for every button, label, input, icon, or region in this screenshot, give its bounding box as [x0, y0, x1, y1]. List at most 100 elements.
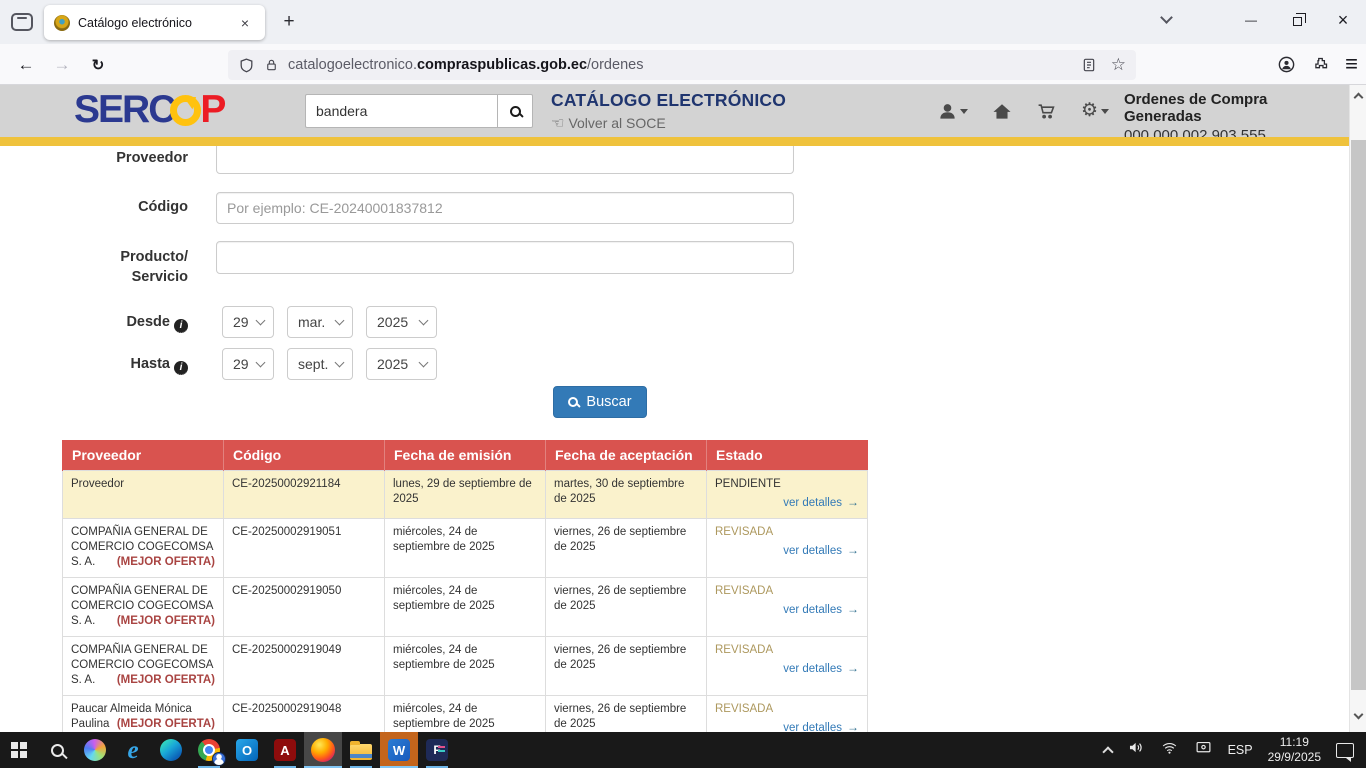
- search-icon: [568, 397, 578, 407]
- close-button[interactable]: [1320, 0, 1366, 40]
- user-menu-icon[interactable]: [938, 102, 968, 121]
- fec-app-icon[interactable]: F: [418, 732, 456, 768]
- sercop-logo[interactable]: SERCP: [74, 88, 224, 132]
- tab-close-icon[interactable]: [235, 13, 255, 33]
- proveedor-input[interactable]: [216, 146, 794, 174]
- acrobat-icon[interactable]: A: [266, 732, 304, 768]
- outlook-icon[interactable]: O: [228, 732, 266, 768]
- status-badge: REVISADA: [715, 584, 859, 599]
- hasta-month-select[interactable]: sept.: [287, 348, 353, 380]
- mejor-oferta-badge: (MEJOR OFERTA): [117, 555, 215, 570]
- tray-expand-icon[interactable]: [1102, 746, 1113, 757]
- header-accent-bar: [0, 137, 1349, 146]
- lock-icon[interactable]: [264, 57, 279, 73]
- bookmark-star-icon[interactable]: [1111, 55, 1126, 75]
- connect-display-icon[interactable]: [1194, 739, 1213, 761]
- forward-button[interactable]: [48, 51, 76, 79]
- word-icon[interactable]: W: [380, 732, 418, 768]
- reload-button[interactable]: [84, 51, 112, 79]
- catalog-search-button[interactable]: [497, 94, 533, 128]
- cell-fecha-aceptacion: viernes, 26 de septiembre de 2025: [546, 696, 707, 733]
- site-title: CATÁLOGO ELECTRÓNICO: [551, 90, 786, 111]
- copilot-icon[interactable]: [76, 732, 114, 768]
- url-bar[interactable]: catalogoelectronico.compraspublicas.gob.…: [228, 50, 1136, 80]
- table-row: COMPAÑIA GENERAL DE COMERCIO COGECOMSA S…: [63, 637, 868, 696]
- hasta-year-select[interactable]: 2025: [366, 348, 437, 380]
- account-icon[interactable]: [1277, 55, 1296, 74]
- catalog-search-input[interactable]: [305, 94, 497, 128]
- settings-gear-icon[interactable]: [1081, 101, 1109, 121]
- hamburger-menu-icon[interactable]: [1345, 51, 1358, 77]
- desde-year-select[interactable]: 2025: [366, 306, 437, 338]
- ver-detalles-link[interactable]: ver detalles: [715, 495, 859, 511]
- back-button[interactable]: [12, 51, 40, 79]
- cell-codigo: CE-20250002919050: [224, 578, 385, 637]
- table-row: Paucar Almeida Mónica Paulina (MEJOR OFE…: [63, 696, 868, 733]
- new-tab-button[interactable]: [278, 11, 300, 33]
- status-badge: PENDIENTE: [715, 477, 859, 492]
- info-icon[interactable]: [174, 319, 188, 333]
- home-icon[interactable]: [992, 102, 1012, 121]
- extensions-puzzle-icon[interactable]: [1312, 56, 1329, 73]
- producto-label-line1: Producto/: [40, 249, 188, 265]
- file-explorer-icon[interactable]: [342, 732, 380, 768]
- arrow-right-icon: [842, 545, 859, 557]
- browser-tab[interactable]: Catálogo electrónico: [44, 5, 265, 40]
- page-scrollbar[interactable]: [1349, 85, 1366, 732]
- ver-detalles-link[interactable]: ver detalles: [715, 543, 859, 559]
- ver-detalles-link[interactable]: ver detalles: [715, 602, 859, 618]
- system-tray: ESP 11:19 29/9/2025: [1104, 735, 1366, 765]
- account-title: Ordenes de Compra Generadas: [1124, 91, 1349, 125]
- taskbar-search-icon[interactable]: [38, 732, 76, 768]
- scroll-up-icon[interactable]: [1350, 87, 1366, 103]
- desde-day-select[interactable]: 29: [222, 306, 274, 338]
- edge-icon[interactable]: [152, 732, 190, 768]
- clock[interactable]: 11:19 29/9/2025: [1268, 735, 1321, 765]
- internet-explorer-icon[interactable]: [114, 732, 152, 768]
- minimize-button[interactable]: [1228, 0, 1274, 40]
- orders-table: ProveedorCódigoFecha de emisiónFecha de …: [62, 440, 868, 732]
- volume-icon[interactable]: [1127, 739, 1145, 761]
- firefox-view-icon[interactable]: [11, 13, 33, 31]
- info-icon[interactable]: [174, 361, 188, 375]
- table-row: ProveedorCE-20250002921184lunes, 29 de s…: [63, 471, 868, 519]
- cell-fecha-aceptacion: viernes, 26 de septiembre de 2025: [546, 519, 707, 578]
- cell-fecha-aceptacion: martes, 30 de septiembre de 2025: [546, 471, 707, 519]
- mejor-oferta-badge: (MEJOR OFERTA): [117, 717, 215, 732]
- reader-mode-icon[interactable]: [1081, 57, 1097, 73]
- chrome-icon[interactable]: [190, 732, 228, 768]
- desde-month-select[interactable]: mar.: [287, 306, 353, 338]
- status-badge: REVISADA: [715, 702, 859, 717]
- scroll-down-icon[interactable]: [1350, 708, 1366, 724]
- ver-detalles-link[interactable]: ver detalles: [715, 661, 859, 677]
- hasta-label: Hasta: [40, 356, 188, 375]
- ver-detalles-link[interactable]: ver detalles: [715, 720, 859, 732]
- cell-proveedor: COMPAÑIA GENERAL DE COMERCIO COGECOMSA S…: [63, 578, 224, 637]
- status-badge: REVISADA: [715, 525, 859, 540]
- buscar-button[interactable]: Buscar: [553, 386, 647, 418]
- volver-al-soce-link[interactable]: Volver al SOCE: [551, 114, 786, 132]
- chevron-down-icon: [256, 358, 266, 368]
- logo-arrow-o-icon: [170, 95, 201, 126]
- cart-icon[interactable]: [1036, 102, 1057, 121]
- start-button[interactable]: [0, 732, 38, 768]
- chevron-down-icon: [419, 316, 429, 326]
- restore-button[interactable]: [1274, 0, 1320, 40]
- firefox-icon[interactable]: [304, 732, 342, 768]
- tab-list-chevron-icon[interactable]: [1143, 0, 1189, 40]
- hasta-day-select[interactable]: 29: [222, 348, 274, 380]
- cell-proveedor: COMPAÑIA GENERAL DE COMERCIO COGECOMSA S…: [63, 637, 224, 696]
- codigo-input[interactable]: [216, 192, 794, 224]
- language-indicator[interactable]: ESP: [1228, 743, 1253, 757]
- windows-taskbar: O A W F ESP 11:19 29/9/2025: [0, 732, 1366, 768]
- cell-proveedor: COMPAÑIA GENERAL DE COMERCIO COGECOMSA S…: [63, 519, 224, 578]
- mejor-oferta-badge: (MEJOR OFERTA): [117, 673, 215, 688]
- shield-icon[interactable]: [238, 57, 255, 74]
- cell-fecha-emision: miércoles, 24 de septiembre de 2025: [385, 578, 546, 637]
- producto-servicio-input[interactable]: [216, 241, 794, 274]
- chevron-down-icon: [256, 316, 266, 326]
- scrollbar-thumb[interactable]: [1351, 140, 1366, 690]
- cell-fecha-emision: miércoles, 24 de septiembre de 2025: [385, 519, 546, 578]
- notification-center-icon[interactable]: [1336, 743, 1354, 758]
- wifi-icon[interactable]: [1160, 740, 1179, 761]
